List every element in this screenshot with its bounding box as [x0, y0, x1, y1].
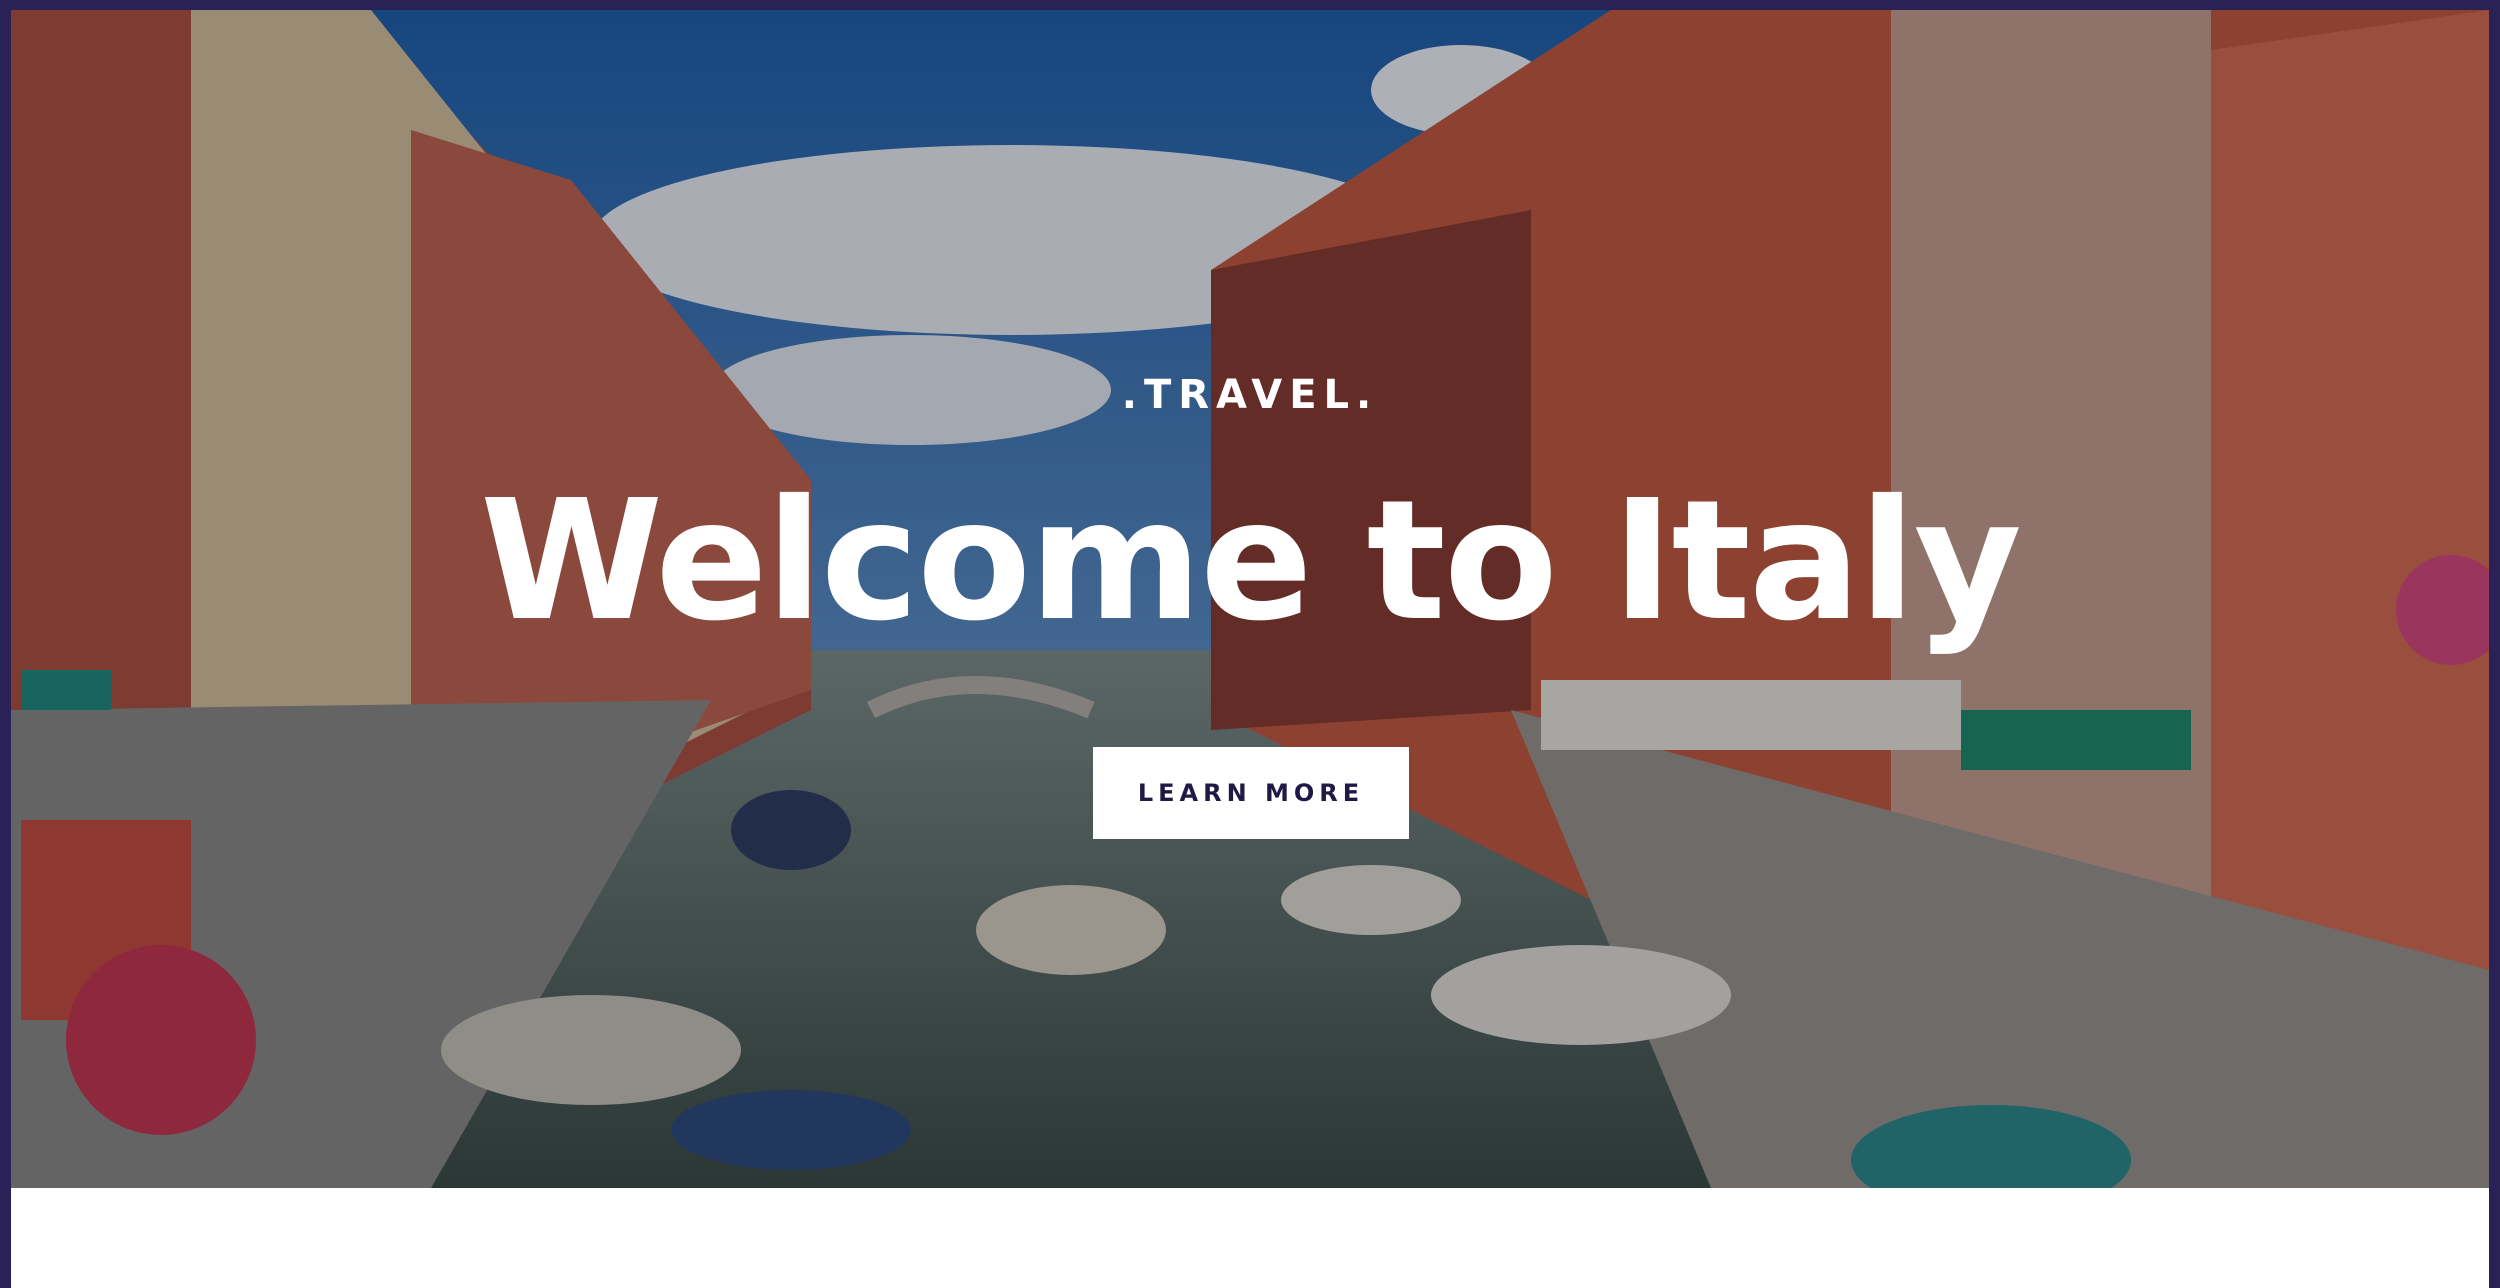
page-frame: .TRAVEL. Welcome to Italy LEARN MORE — [0, 0, 2500, 1288]
hero-kicker: .TRAVEL. — [1121, 372, 1379, 418]
hero-headline: Welcome to Italy — [480, 465, 2022, 658]
learn-more-button[interactable]: LEARN MORE — [1093, 747, 1409, 839]
content-section-top — [11, 1188, 2489, 1288]
hero-section: .TRAVEL. Welcome to Italy LEARN MORE — [11, 10, 2489, 1188]
